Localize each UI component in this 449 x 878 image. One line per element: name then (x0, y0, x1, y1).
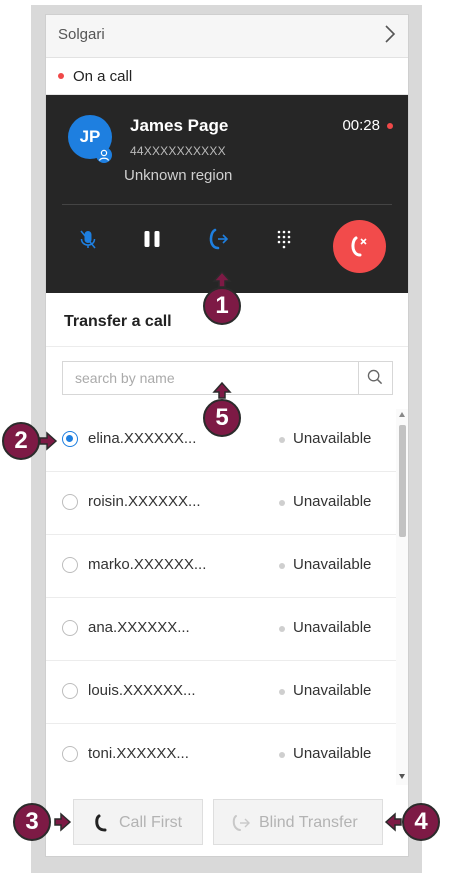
callout-badge: 3 (13, 803, 51, 841)
callout-badge: 1 (203, 287, 241, 325)
arrow-right-2 (39, 431, 58, 451)
annotation-arrows (39, 270, 402, 832)
arrow-up-1 (212, 270, 232, 288)
arrow-up-5 (212, 381, 232, 399)
callout-badge: 4 (402, 803, 440, 841)
arrow-right-3 (54, 812, 72, 832)
callout-badge: 5 (203, 399, 241, 437)
callout-badge: 2 (2, 422, 40, 460)
arrow-left-4 (384, 812, 402, 832)
